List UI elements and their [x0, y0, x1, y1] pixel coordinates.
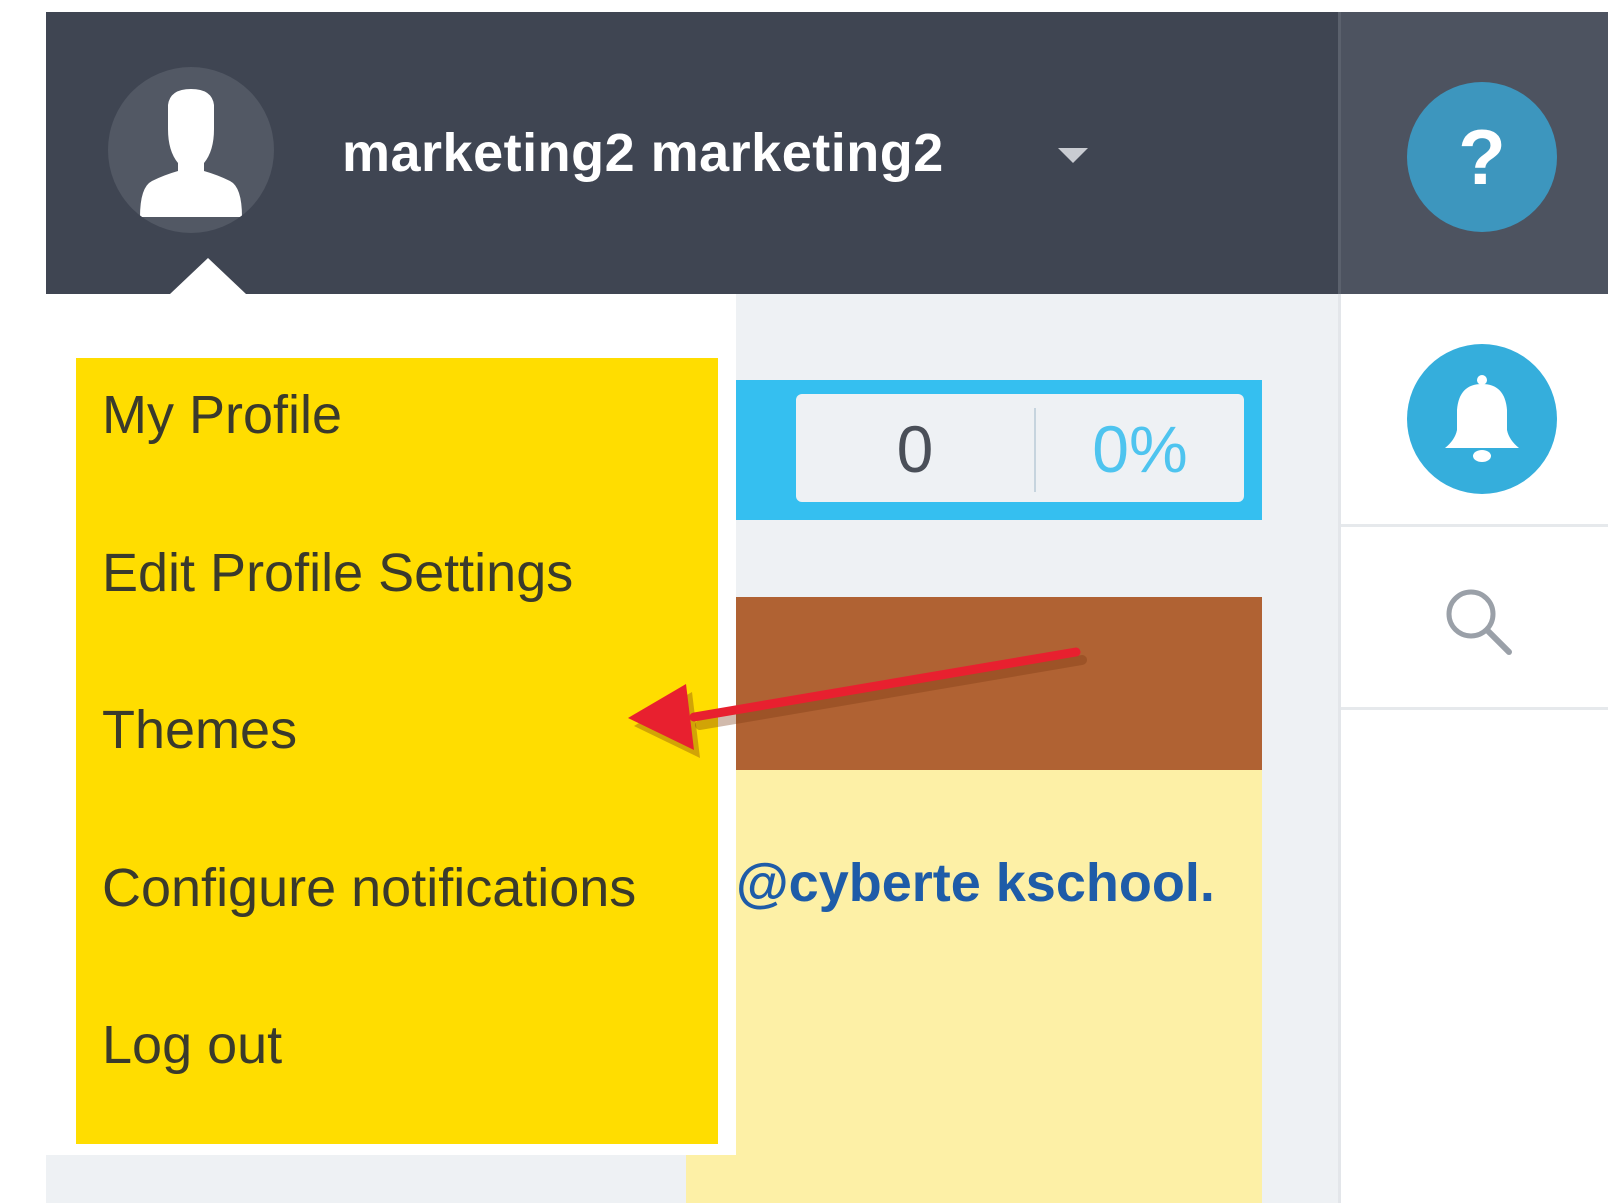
right-sidebar	[1338, 294, 1608, 1203]
sidebar-divider	[1341, 524, 1608, 527]
bell-icon	[1445, 375, 1519, 462]
menu-item-my-profile[interactable]: My Profile	[102, 384, 342, 446]
dropdown-pointer	[170, 258, 246, 294]
content-banner	[736, 597, 1262, 770]
email-link[interactable]: @cyberte kschool.	[736, 852, 1262, 914]
menu-item-themes[interactable]: Themes	[102, 699, 297, 761]
caret-down-icon[interactable]	[1058, 148, 1088, 163]
right-header: ?	[1338, 12, 1608, 294]
help-button[interactable]: ?	[1407, 82, 1557, 232]
app-window: marketing2 marketing2 ? 0 0% @cyberte ks…	[46, 12, 1608, 1203]
top-header: marketing2 marketing2	[46, 12, 1338, 294]
user-name-dropdown-toggle[interactable]: marketing2 marketing2	[342, 122, 944, 184]
user-avatar[interactable]	[108, 67, 274, 233]
menu-item-edit-profile-settings[interactable]: Edit Profile Settings	[102, 542, 573, 604]
stat-percent: 0%	[1092, 412, 1188, 486]
menu-item-log-out[interactable]: Log out	[102, 1014, 282, 1076]
content-panel	[686, 770, 1262, 1203]
stat-count: 0	[896, 412, 934, 486]
stats-box: 0 0%	[796, 394, 1244, 502]
user-silhouette-icon	[140, 89, 242, 217]
menu-item-configure-notifications[interactable]: Configure notifications	[102, 857, 636, 919]
stats-bar: 0 0%	[736, 380, 1262, 520]
notifications-button[interactable]	[1407, 344, 1557, 494]
profile-dropdown-menu: My Profile Edit Profile Settings Themes …	[46, 294, 736, 1155]
sidebar-divider	[1341, 707, 1608, 710]
search-icon[interactable]	[1441, 584, 1517, 660]
